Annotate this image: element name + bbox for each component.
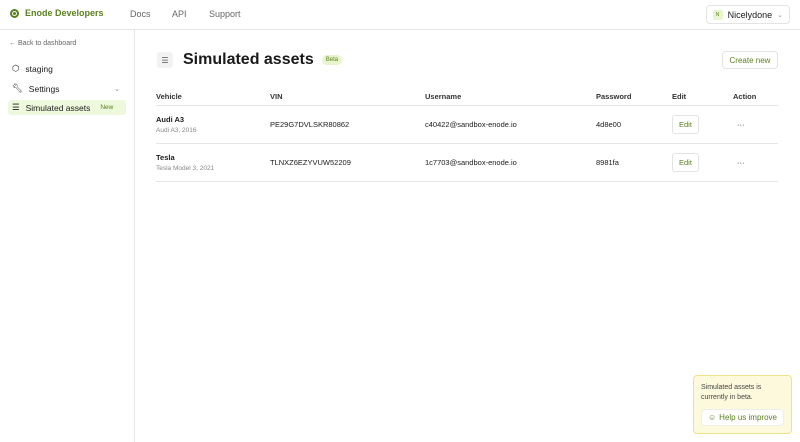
avatar: N xyxy=(712,9,723,20)
column-header: Vehicle xyxy=(156,88,270,106)
more-actions-button[interactable]: ··· xyxy=(737,158,745,167)
column-header: Username xyxy=(425,88,596,106)
edit-button[interactable]: Edit xyxy=(672,114,699,134)
beta-notice: Simulated assets is currently in beta. ☺… xyxy=(693,375,792,434)
column-header: VIN xyxy=(270,88,425,106)
wrench-icon: 🔧︎ xyxy=(12,83,23,93)
chevron-down-icon: ⌄ xyxy=(777,11,783,19)
beta-notice-text: Simulated assets is currently in beta. xyxy=(701,384,762,401)
brand-name: Enode Developers xyxy=(25,8,104,18)
nav-docs[interactable]: Docs xyxy=(130,9,151,19)
new-badge: New xyxy=(100,104,114,111)
vin: TLNXZ6EZYVUW52209 xyxy=(270,143,425,182)
vehicle-model: Audi A3, 2016 xyxy=(156,126,197,134)
password: 4d8e00 xyxy=(596,105,672,144)
sidebar-item-simulated-assets[interactable]: ☰ Simulated assets New xyxy=(8,100,126,115)
beta-badge: Beta xyxy=(321,55,343,65)
user-menu[interactable]: N Nicelydone ⌄ xyxy=(705,5,790,24)
column-header: Edit xyxy=(672,88,733,106)
table-row: Audi A3 Audi A3, 2016 PE29G7DVLSKR80862 c… xyxy=(156,105,778,144)
vehicle-model: Tesla Model 3, 2021 xyxy=(156,164,215,172)
enode-logo-icon xyxy=(10,8,19,18)
user-name: Nicelydone xyxy=(727,9,773,20)
password: 8981fa xyxy=(596,143,672,182)
list-settings-icon: ☰ xyxy=(157,52,173,68)
nav-support[interactable]: Support xyxy=(209,9,241,19)
feedback-icon: ☺ xyxy=(708,412,717,422)
username: 1c7703@sandbox-enode.io xyxy=(425,143,596,182)
sidebar-item-label: Simulated assets xyxy=(25,102,91,113)
vehicle-name: Audi A3 xyxy=(156,114,185,124)
column-header: Action xyxy=(733,88,778,106)
help-us-improve-button[interactable]: ☺ Help us improve xyxy=(701,409,784,426)
vehicle-name: Tesla xyxy=(156,152,175,162)
username: c40422@sandbox-enode.io xyxy=(425,105,596,144)
cube-icon: ⬡ xyxy=(12,63,20,73)
back-to-dashboard-link[interactable]: ← Back to dashboard xyxy=(9,40,76,47)
page-header: ☰ Simulated assets Beta xyxy=(157,51,343,69)
sidebar-item-label: staging xyxy=(25,63,53,74)
vin: PE29G7DVLSKR80862 xyxy=(270,105,425,144)
sidebar-item-label: Settings xyxy=(28,83,60,94)
page-title: Simulated assets xyxy=(183,51,314,68)
nav-api[interactable]: API xyxy=(172,9,187,19)
top-bar: Enode Developers Docs API Support N Nicel… xyxy=(0,0,800,30)
sidebar: ← Back to dashboard ⬡ staging 🔧︎ Settings ⌄… xyxy=(0,30,135,442)
help-label: Help us improve xyxy=(719,412,777,422)
table-row: Tesla Tesla Model 3, 2021 TLNXZ6EZYVUW522… xyxy=(156,143,778,182)
sidebar-item-settings[interactable]: 🔧︎ Settings ⌄ xyxy=(8,81,126,96)
edit-button[interactable]: Edit xyxy=(672,152,699,172)
more-actions-button[interactable]: ··· xyxy=(737,120,745,129)
assets-table: Vehicle VIN Username Password Edit Actio… xyxy=(156,88,778,182)
brand-link[interactable]: Enode Developers xyxy=(10,8,104,18)
list-settings-icon: ☰ xyxy=(12,102,20,112)
column-header: Password xyxy=(596,88,672,106)
sidebar-item-staging[interactable]: ⬡ staging xyxy=(8,61,126,76)
chevron-down-icon: ⌄ xyxy=(114,85,120,93)
create-new-button[interactable]: Create new xyxy=(722,51,778,69)
